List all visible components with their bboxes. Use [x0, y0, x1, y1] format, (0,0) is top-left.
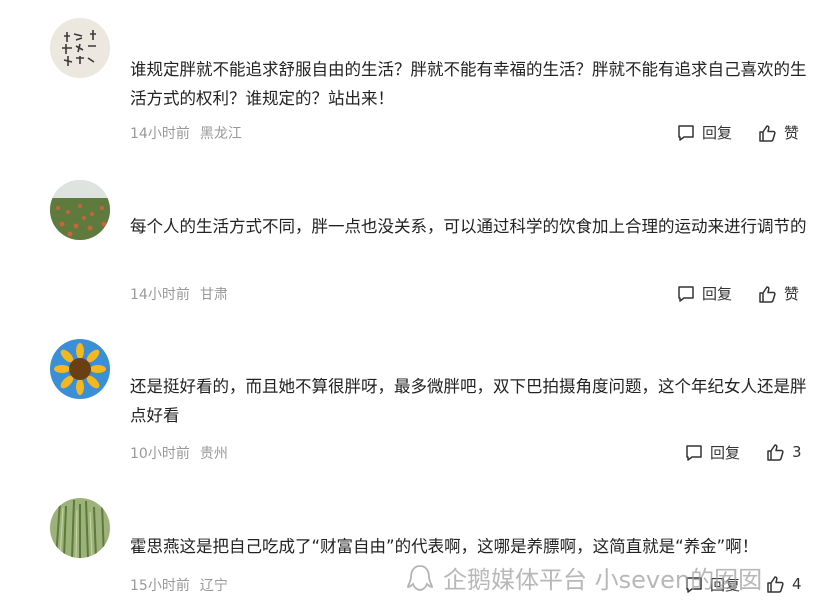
- reply-button[interactable]: 回复: [676, 283, 732, 304]
- sunflower-avatar-image: [50, 339, 110, 399]
- comment-time: 14小时前: [130, 126, 190, 142]
- comment-location: 辽宁: [199, 578, 228, 594]
- comment-location: 贵州: [199, 446, 228, 462]
- like-label: 赞: [784, 285, 800, 303]
- reply-button[interactable]: 回复: [676, 122, 732, 143]
- comment-time: 15小时前: [130, 578, 190, 594]
- comment-bubble-icon: [678, 124, 694, 141]
- thumbs-up-icon: [767, 444, 784, 461]
- avatar[interactable]: [50, 339, 110, 399]
- reply-label: 回复: [702, 124, 733, 142]
- watermark: 企鹅媒体平台 小seven的囡囡: [405, 560, 762, 595]
- comment-text: 谁规定胖就不能追求舒服自由的生活？胖就不能有幸福的生活？胖就不能有追求自己喜欢的…: [130, 60, 807, 108]
- reply-label: 回复: [702, 285, 733, 303]
- like-button[interactable]: 3: [766, 442, 802, 462]
- thumbs-up-icon: [759, 124, 776, 142]
- comment-meta: 10小时前 贵州: [130, 443, 228, 463]
- wheat-avatar-image: [50, 498, 110, 558]
- thumbs-up-icon: [759, 285, 776, 303]
- avatar[interactable]: [50, 180, 110, 240]
- comment-meta: 14小时前 甘肃: [130, 284, 228, 304]
- calligraphy-avatar-image: [50, 18, 110, 78]
- comment-time: 10小时前: [130, 446, 190, 462]
- avatar[interactable]: [50, 18, 110, 78]
- comment-time: 14小时前: [130, 287, 190, 303]
- penguin-logo-icon: [407, 564, 433, 591]
- thumbs-up-icon: [767, 576, 784, 593]
- comment-meta: 15小时前 辽宁: [130, 575, 228, 595]
- watermark-text: 企鹅媒体平台 小seven的囡囡: [443, 566, 763, 594]
- like-label: 赞: [784, 124, 800, 142]
- comment-text: 还是挺好看的，而且她不算很胖呀，最多微胖吧，双下巴拍摄角度问题，这个年纪女人还是…: [130, 377, 807, 425]
- comment-bubble-icon: [686, 444, 702, 461]
- reply-button[interactable]: 回复: [684, 442, 740, 463]
- like-button[interactable]: 赞: [758, 283, 799, 304]
- comment-bubble-icon: [678, 285, 694, 302]
- reply-label: 回复: [710, 444, 741, 462]
- like-count: 4: [792, 575, 802, 593]
- avatar[interactable]: [50, 498, 110, 558]
- comment-text: 霍思燕这是把自己吃成了“财富自由”的代表啊，这哪是养膘啊，这简直就是“养金”啊！: [130, 537, 759, 556]
- comment-location: 甘肃: [199, 287, 228, 303]
- like-button[interactable]: 4: [766, 574, 802, 594]
- comment-location: 黑龙江: [199, 126, 242, 142]
- like-button[interactable]: 赞: [758, 122, 799, 143]
- like-count: 3: [792, 443, 802, 461]
- comment-meta: 14小时前 黑龙江: [130, 123, 242, 143]
- comment-text: 每个人的生活方式不同，胖一点也没关系，可以通过科学的饮食加上合理的运动来进行调节…: [130, 217, 807, 236]
- flower-field-avatar-image: [50, 180, 110, 240]
